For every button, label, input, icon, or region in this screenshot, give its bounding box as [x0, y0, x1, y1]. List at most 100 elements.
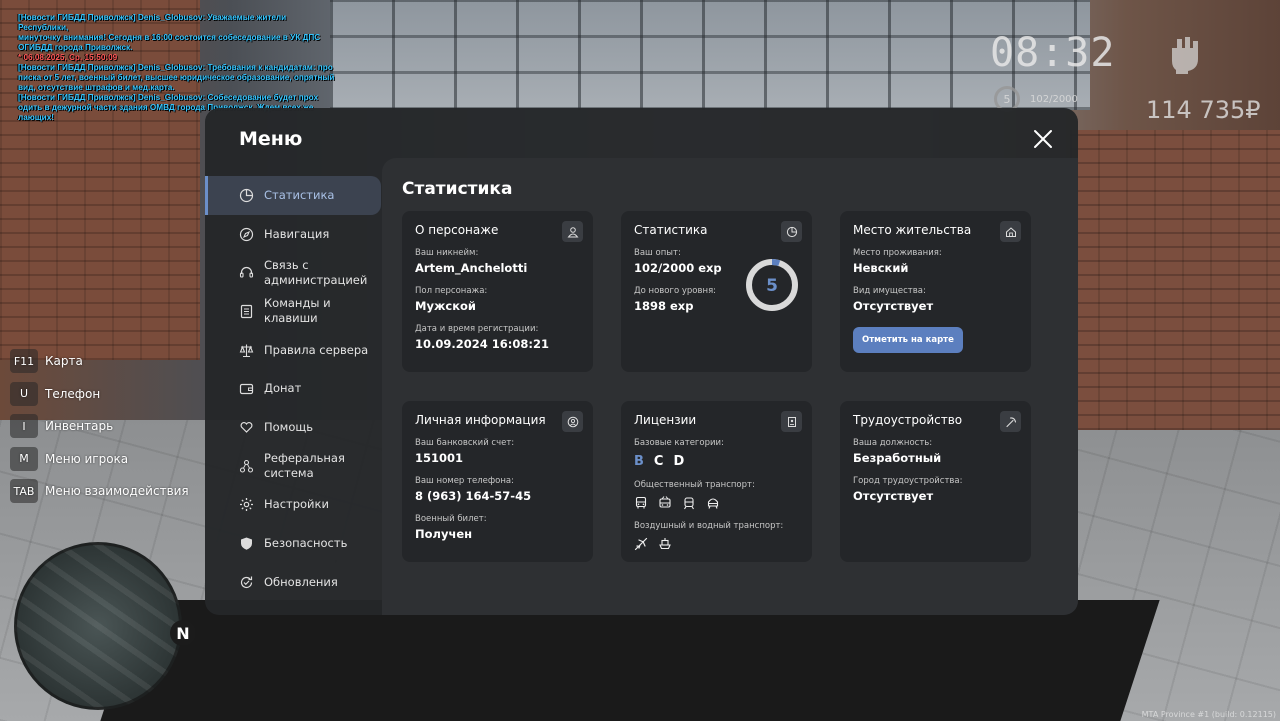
chat-line: ОГИБДД города Приволжск. — [18, 43, 133, 52]
compass-north: N — [170, 620, 196, 646]
sidebar-item[interactable]: Реферальная система — [205, 447, 381, 486]
registration-label: Дата и время регистрации: — [415, 324, 539, 334]
card-stats: Статистика Ваш опыт: 102/2000 exp До нов… — [621, 211, 812, 372]
tram-icon — [684, 497, 694, 510]
keybind-key: M — [10, 446, 38, 471]
level-progress-ring: 5 — [746, 259, 798, 311]
plane-icon — [634, 537, 648, 551]
fist-icon — [1172, 37, 1198, 74]
heart-hand-icon — [239, 420, 254, 435]
position-label: Ваша должность: — [853, 438, 933, 448]
license-icon — [781, 411, 802, 432]
card-personal-info: Личная информация Ваш банковский счет: 1… — [402, 401, 593, 562]
chat-line: [Новости ГИБДД Приволжск] Denis_Globusov… — [18, 63, 333, 72]
boat-icon — [659, 538, 671, 550]
player-menu: Меню Статистика Навигация Связь с админист… — [205, 108, 1078, 615]
phone-value: 8 (963) 164-57-45 — [415, 489, 532, 503]
exp-label: Ваш опыт: — [634, 248, 681, 258]
card-title: Трудоустройство — [853, 413, 963, 427]
sidebar-item[interactable]: Донат — [205, 369, 381, 408]
bg-brick-wall-right — [1070, 130, 1280, 430]
property-value: Отсутствует — [853, 299, 934, 313]
card-title: Статистика — [634, 223, 708, 237]
license-categories: BCD — [634, 454, 799, 469]
license-category: B — [634, 454, 644, 469]
bank-label: Ваш банковский счет: — [415, 438, 515, 448]
gear-icon — [239, 497, 254, 512]
keybind-item: U Телефон — [10, 378, 189, 411]
pie-chart-icon — [781, 221, 802, 242]
base-categories-label: Базовые категории: — [634, 438, 724, 448]
keybind-key: I — [10, 414, 38, 439]
chat-line: [Новости ГИБДД Приволжск] Denis_Globusov… — [18, 13, 287, 32]
keybind-key: U — [10, 381, 38, 406]
menu-title: Меню — [239, 128, 303, 150]
sidebar-item-label: Навигация — [264, 226, 330, 241]
work-city-value: Отсутствует — [853, 489, 934, 503]
compass-icon — [239, 227, 254, 242]
gender-label: Пол персонажа: — [415, 286, 488, 296]
sidebar-item-label: Правила сервера — [264, 342, 369, 357]
sidebar-item[interactable]: Команды и клавиши — [205, 292, 381, 331]
sidebar-item-label: Донат — [264, 381, 302, 396]
nickname-value: Artem_Anchelotti — [415, 261, 528, 275]
keybind-label: Меню взаимодействия — [45, 484, 189, 499]
keybind-label: Инвентарь — [45, 419, 114, 434]
keybind-key: TAB — [10, 479, 38, 504]
keybind-item: M Меню игрока — [10, 443, 189, 476]
keybind-key: F11 — [10, 349, 38, 374]
card-employment: Трудоустройство Ваша должность: Безработ… — [840, 401, 1031, 562]
residence-value: Невский — [853, 261, 909, 275]
document-icon — [239, 304, 254, 319]
position-value: Безработный — [853, 451, 942, 465]
close-icon[interactable] — [1032, 128, 1054, 150]
card-residence: Место жительства Место проживания: Невск… — [840, 211, 1031, 372]
card-title: Лицензии — [634, 413, 697, 427]
chat-line: [Новости ГИБДД Приволжск] Denis_Globusov… — [18, 93, 319, 102]
headset-icon — [239, 265, 254, 280]
trolleybus-icon — [659, 496, 671, 508]
license-category: D — [673, 454, 685, 469]
scales-icon — [239, 343, 254, 358]
sidebar-item[interactable]: Статистика — [205, 176, 381, 215]
card-title: О персонаже — [415, 223, 499, 237]
property-label: Вид имущества: — [853, 286, 926, 296]
keybind-label: Меню игрока — [45, 451, 129, 466]
pickaxe-icon — [1000, 411, 1021, 432]
hud-money: 114 735₽ — [1146, 96, 1261, 124]
user-icon — [562, 221, 583, 242]
residence-label: Место проживания: — [853, 248, 942, 258]
card-title: Личная информация — [415, 413, 546, 427]
sidebar-item[interactable]: Связь с администрацией — [205, 253, 381, 292]
sidebar-item-label: Помощь — [264, 419, 314, 434]
sidebar-item[interactable]: Правила сервера — [205, 331, 381, 370]
sidebar-item[interactable]: Помощь — [205, 408, 381, 447]
phone-label: Ваш номер телефона: — [415, 476, 514, 486]
metro-icon — [707, 498, 719, 509]
bg-building-windows — [330, 0, 1090, 110]
mark-on-map-button[interactable]: Отметить на карте — [853, 327, 963, 353]
card-licenses: Лицензии Базовые категории: BCD Обществе… — [621, 401, 812, 562]
chat-line: писка от 5 лет, военный билет, высшее юр… — [18, 73, 335, 82]
sidebar-item-label: Связь с администрацией — [264, 257, 368, 287]
sidebar-item[interactable]: Навигация — [205, 215, 381, 254]
military-label: Военный билет: — [415, 514, 487, 524]
card-title: Место жительства — [853, 223, 972, 237]
hud-exp: 102/2000 — [1030, 93, 1078, 105]
air-water-transport-icons — [634, 537, 799, 551]
pie-chart-icon — [239, 188, 254, 203]
nickname-label: Ваш никнейм: — [415, 248, 479, 258]
sidebar-item[interactable]: Обновления — [205, 563, 381, 602]
chat-line: минуточку внимания! Сегодня в 16:00 сост… — [18, 33, 321, 42]
level-number: 5 — [766, 276, 778, 296]
gender-value: Мужской — [415, 299, 476, 313]
bg-shadow — [100, 600, 1160, 721]
sidebar-item-label: Реферальная система — [264, 451, 345, 481]
keybind-label: Телефон — [45, 386, 101, 401]
sidebar-item[interactable]: Безопасность — [205, 524, 381, 563]
bus-icon — [635, 496, 647, 509]
sidebar-item[interactable]: Настройки — [205, 486, 381, 525]
minimap — [14, 542, 182, 710]
work-city-label: Город трудоустройства: — [853, 476, 963, 486]
sidebar-item-label: Статистика — [264, 187, 335, 202]
